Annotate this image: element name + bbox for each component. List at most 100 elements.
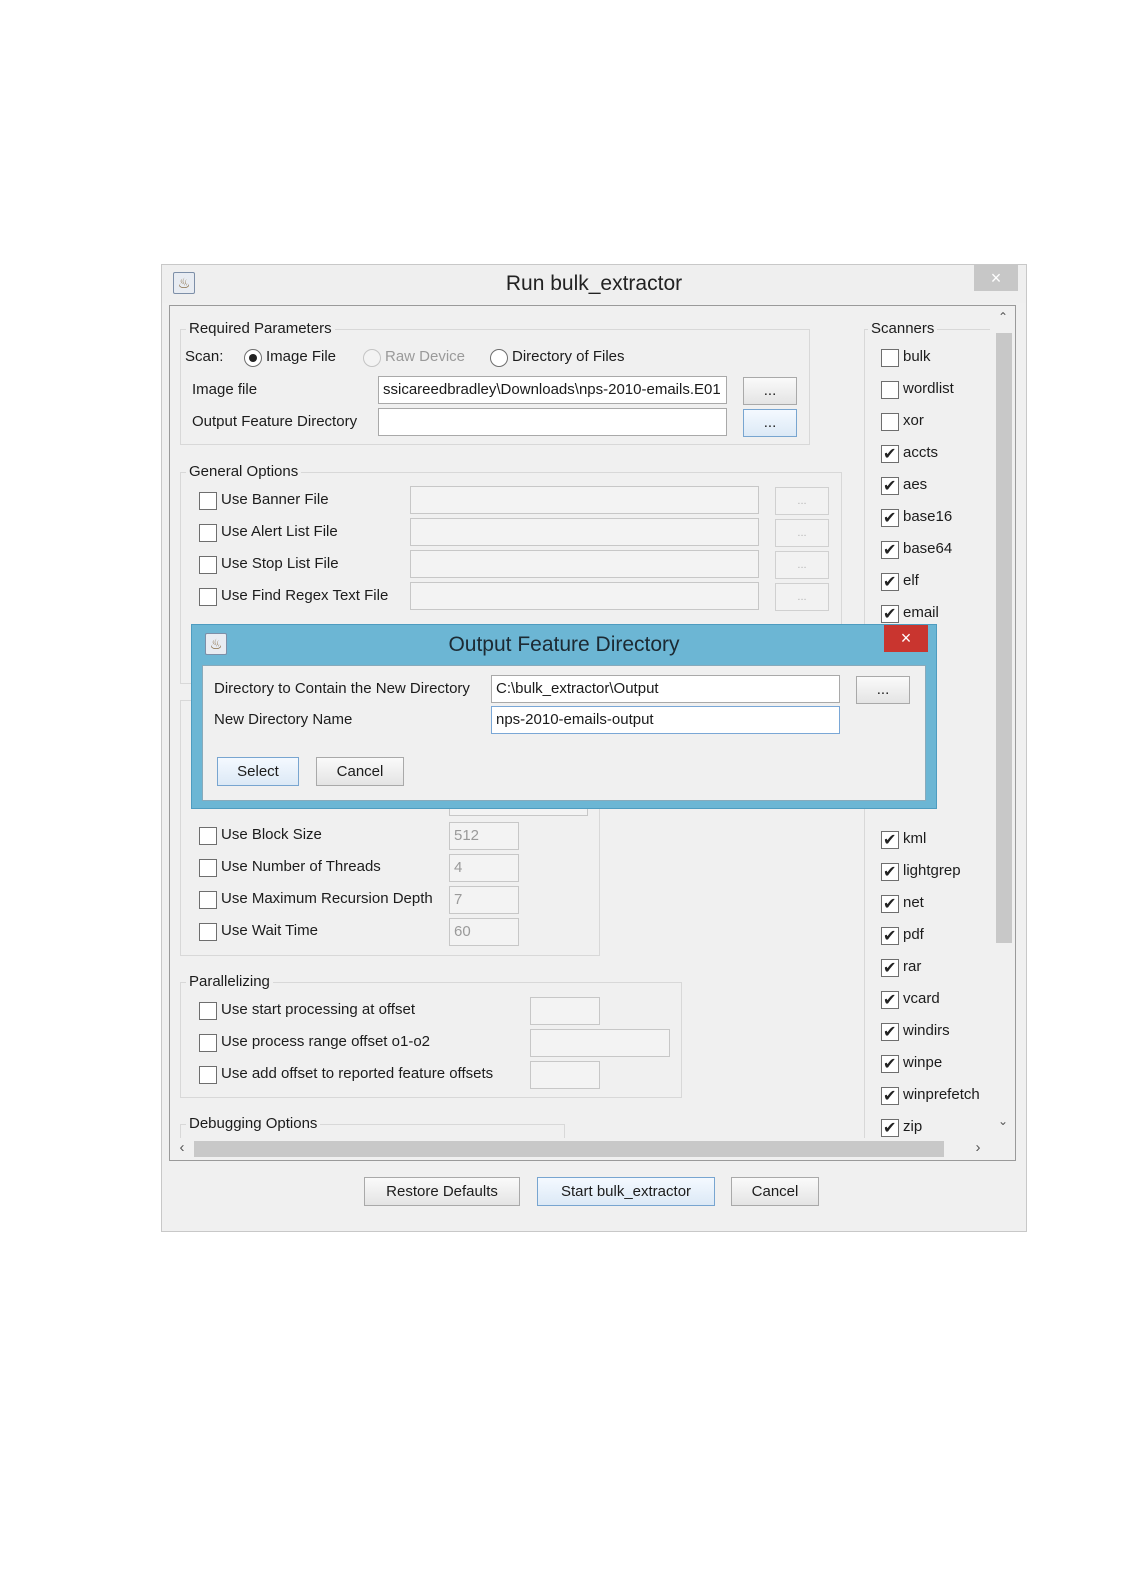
scanner-kml-checkbox[interactable]: [881, 830, 899, 849]
scroll-right-arrow-icon[interactable]: ›: [970, 1139, 986, 1157]
use-alert-list-label: Use Alert List File: [221, 523, 338, 540]
add-offset-input: [530, 1061, 600, 1089]
use-block-size-label: Use Block Size: [221, 826, 322, 843]
scanner-rar-label: rar: [903, 958, 922, 975]
banner-file-input: [410, 486, 759, 514]
window-title: Run bulk_extractor: [505, 272, 683, 295]
select-button[interactable]: Select: [217, 757, 299, 786]
scanner-winprefetch-label: winprefetch: [903, 1086, 980, 1103]
parent-directory-browse-button[interactable]: ...: [856, 676, 910, 704]
vertical-scrollbar-thumb[interactable]: [996, 333, 1012, 943]
general-options-legend: General Options: [186, 463, 302, 480]
scanner-wordlist-checkbox[interactable]: [881, 381, 899, 399]
scanner-email-label: email: [903, 604, 939, 621]
use-add-offset-label: Use add offset to reported feature offse…: [221, 1065, 494, 1082]
scanner-email-checkbox[interactable]: [881, 604, 899, 623]
start-bulk-extractor-button[interactable]: Start bulk_extractor: [537, 1177, 715, 1206]
alert-list-input: [410, 518, 759, 546]
scanner-bulk-checkbox[interactable]: [881, 349, 899, 367]
use-add-offset-checkbox[interactable]: [199, 1066, 217, 1084]
use-recursion-depth-label: Use Maximum Recursion Depth: [221, 890, 433, 907]
debugging-options-legend: Debugging Options: [186, 1115, 321, 1132]
block-size-input: 512: [449, 822, 519, 850]
use-wait-time-checkbox[interactable]: [199, 923, 217, 941]
start-offset-input: [530, 997, 600, 1025]
stop-list-input: [410, 550, 759, 578]
scanner-accts-checkbox[interactable]: [881, 444, 899, 463]
scanner-aes-checkbox[interactable]: [881, 476, 899, 495]
scroll-up-arrow-icon[interactable]: ⌃: [995, 310, 1011, 328]
use-wait-time-label: Use Wait Time: [221, 922, 318, 939]
scan-image-file-radio[interactable]: [244, 349, 262, 367]
scanner-base64-label: base64: [903, 540, 953, 557]
scanner-elf-label: elf: [903, 572, 919, 589]
scanner-vcard-checkbox[interactable]: [881, 990, 899, 1009]
scroll-down-arrow-icon[interactable]: ⌄: [995, 1114, 1011, 1132]
use-stop-list-checkbox[interactable]: [199, 556, 217, 574]
scan-directory-radio[interactable]: [490, 349, 508, 367]
close-button[interactable]: ×: [974, 265, 1018, 291]
scanner-base16-label: base16: [903, 508, 953, 525]
cancel-button[interactable]: Cancel: [731, 1177, 819, 1206]
scanner-base16-checkbox[interactable]: [881, 508, 899, 527]
scanner-xor-checkbox[interactable]: [881, 413, 899, 431]
use-banner-file-checkbox[interactable]: [199, 492, 217, 510]
scanner-xor-label: xor: [903, 412, 924, 429]
use-recursion-depth-checkbox[interactable]: [199, 891, 217, 909]
scanner-zip-label: zip: [903, 1118, 923, 1135]
use-threads-checkbox[interactable]: [199, 859, 217, 877]
image-file-input[interactable]: ssicareedbradley\Downloads\nps-2010-emai…: [378, 376, 727, 404]
scanner-net-checkbox[interactable]: [881, 894, 899, 913]
use-start-offset-checkbox[interactable]: [199, 1002, 217, 1020]
use-alert-list-checkbox[interactable]: [199, 524, 217, 542]
alert-list-browse-button: ...: [775, 519, 829, 547]
scanner-elf-checkbox[interactable]: [881, 572, 899, 591]
scanner-base64-checkbox[interactable]: [881, 540, 899, 559]
use-threads-label: Use Number of Threads: [221, 858, 381, 875]
horizontal-scrollbar-thumb[interactable]: [194, 1141, 944, 1157]
use-range-offset-checkbox[interactable]: [199, 1034, 217, 1052]
dialog-close-button[interactable]: ×: [884, 625, 928, 652]
scanner-pdf-checkbox[interactable]: [881, 926, 899, 945]
output-dir-browse-button[interactable]: ...: [743, 409, 797, 437]
new-directory-name-label: New Directory Name: [214, 711, 353, 728]
use-banner-file-label: Use Banner File: [221, 491, 329, 508]
new-directory-name-input[interactable]: nps-2010-emails-output: [491, 706, 840, 734]
scanner-aes-label: aes: [903, 476, 928, 493]
parent-directory-input[interactable]: C:\bulk_extractor\Output: [491, 675, 840, 703]
scanner-wordlist-label: wordlist: [903, 380, 954, 397]
dialog-cancel-button[interactable]: Cancel: [316, 757, 404, 786]
image-file-label: Image file: [192, 381, 258, 398]
scan-label: Scan:: [185, 348, 224, 365]
stop-list-browse-button: ...: [775, 551, 829, 579]
use-block-size-checkbox[interactable]: [199, 827, 217, 845]
find-regex-input: [410, 582, 759, 610]
required-parameters-legend: Required Parameters: [186, 320, 335, 337]
restore-defaults-button[interactable]: Restore Defaults: [364, 1177, 520, 1206]
scanner-bulk-label: bulk: [903, 348, 931, 365]
scanner-kml-label: kml: [903, 830, 927, 847]
image-file-browse-button[interactable]: ...: [743, 377, 797, 405]
range-offset-input: [530, 1029, 670, 1057]
parallelizing-legend: Parallelizing: [186, 973, 273, 990]
scanner-rar-checkbox[interactable]: [881, 958, 899, 977]
scanner-windirs-checkbox[interactable]: [881, 1022, 899, 1041]
threads-input: 4: [449, 854, 519, 882]
use-find-regex-checkbox[interactable]: [199, 588, 217, 606]
scroll-left-arrow-icon[interactable]: ‹: [174, 1139, 190, 1157]
parent-directory-label: Directory to Contain the New Directory: [214, 680, 470, 697]
dialog-title: Output Feature Directory: [448, 633, 680, 656]
scan-directory-label: Directory of Files: [512, 348, 625, 365]
scanner-winpe-checkbox[interactable]: [881, 1054, 899, 1073]
scan-raw-device-radio: [363, 349, 381, 367]
banner-file-browse-button: ...: [775, 487, 829, 515]
find-regex-browse-button: ...: [775, 583, 829, 611]
scanner-zip-checkbox[interactable]: [881, 1118, 899, 1137]
output-dir-input[interactable]: [378, 408, 727, 436]
scanner-winprefetch-checkbox[interactable]: [881, 1086, 899, 1105]
scanner-vcard-label: vcard: [903, 990, 940, 1007]
use-range-offset-label: Use process range offset o1-o2: [221, 1033, 431, 1050]
scanner-lightgrep-label: lightgrep: [903, 862, 961, 879]
output-dir-label: Output Feature Directory: [192, 413, 358, 430]
scanner-lightgrep-checkbox[interactable]: [881, 862, 899, 881]
